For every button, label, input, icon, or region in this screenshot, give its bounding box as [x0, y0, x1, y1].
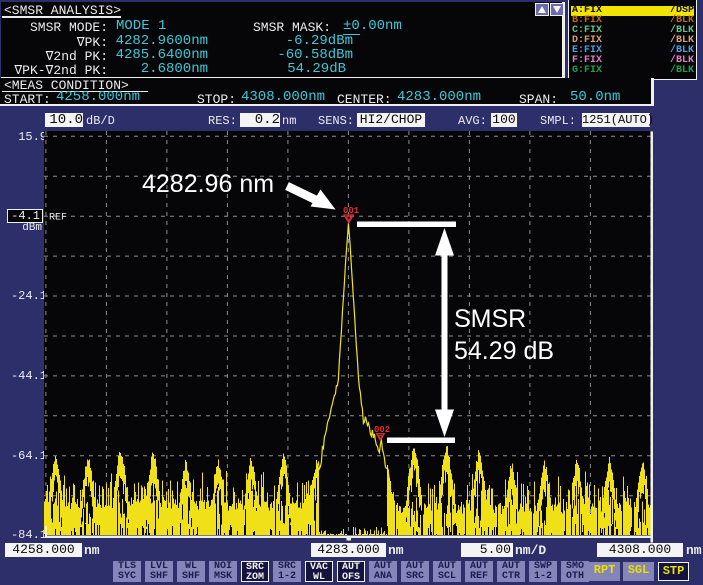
svg-text:REF: REF	[49, 213, 67, 224]
